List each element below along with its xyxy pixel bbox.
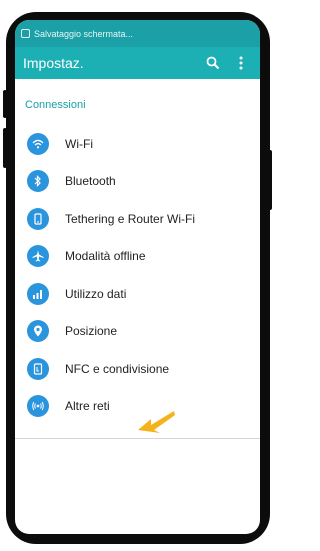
list-item-wifi[interactable]: Wi-Fi	[15, 125, 260, 163]
screenshot-icon	[21, 29, 30, 38]
bluetooth-icon	[27, 170, 49, 193]
airplane-icon	[27, 245, 49, 268]
list-item-data-usage[interactable]: Utilizzo dati	[15, 275, 260, 313]
list-item-label: Posizione	[65, 324, 118, 339]
volume-button	[3, 90, 7, 118]
data-usage-icon	[27, 282, 49, 305]
list-item-label: Modalità offline	[65, 249, 146, 264]
location-icon	[27, 320, 49, 343]
wifi-icon	[27, 132, 49, 155]
status-notification-text: Salvataggio schermata...	[34, 28, 134, 39]
app-bar: Impostaz.	[15, 47, 260, 79]
list-item-label: Bluetooth	[65, 174, 116, 189]
screen: Salvataggio schermata... Impostaz. Conne…	[15, 20, 260, 534]
list-item-label: Utilizzo dati	[65, 286, 127, 301]
list-item-label: Wi-Fi	[65, 136, 93, 151]
section-header: Connessioni	[25, 99, 86, 111]
list-item-bluetooth[interactable]: Bluetooth	[15, 163, 260, 201]
pointer-arrow-icon	[138, 411, 175, 433]
volume-button	[3, 128, 7, 168]
overflow-menu-icon[interactable]	[230, 52, 252, 74]
list-item-nfc[interactable]: NFC e condivisione	[15, 350, 260, 388]
status-bar: Salvataggio schermata...	[15, 20, 260, 47]
nfc-icon	[27, 357, 49, 380]
tethering-icon	[27, 207, 49, 230]
search-icon[interactable]	[202, 52, 224, 74]
more-networks-icon	[27, 395, 49, 418]
list-item-label: Altre reti	[65, 399, 110, 414]
list-item-tethering[interactable]: Tethering e Router Wi-Fi	[15, 200, 260, 238]
list-item-location[interactable]: Posizione	[15, 313, 260, 351]
list-item-label: Tethering e Router Wi-Fi	[65, 211, 196, 226]
page-title: Impostaz.	[23, 55, 84, 71]
list-item-label: NFC e condivisione	[65, 361, 170, 376]
power-button	[268, 150, 272, 210]
list-item-offline-mode[interactable]: Modalità offline	[15, 238, 260, 276]
